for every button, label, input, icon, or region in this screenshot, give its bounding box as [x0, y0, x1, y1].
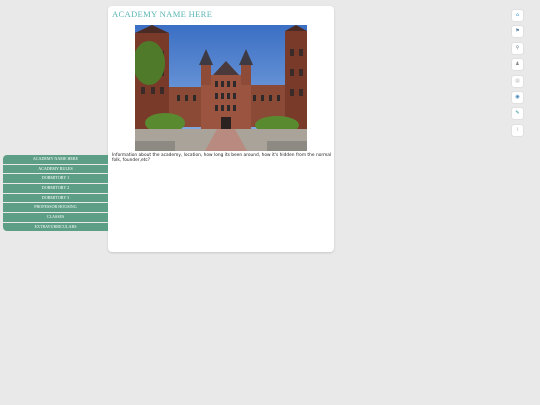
- info-button[interactable]: i: [512, 124, 523, 136]
- person-icon: ♟: [515, 61, 520, 68]
- academy-description: Information about the academy, location,…: [112, 153, 332, 164]
- sidebar-item-academy-name[interactable]: ACADEMY NAME HERE: [3, 155, 108, 164]
- academy-building-image: [135, 25, 307, 151]
- sidebar-item-classes[interactable]: CLASSES: [3, 213, 108, 222]
- search-button[interactable]: ⚲: [512, 42, 523, 54]
- sidebar-nav: ACADEMY NAME HERE ACADEMY RULES DORMITOR…: [3, 155, 108, 233]
- view-button[interactable]: ◉: [512, 91, 523, 103]
- sidebar-item-dormitory-3[interactable]: DORMITORY 3: [3, 193, 108, 203]
- sidebar-item-extracurriculars[interactable]: EXTRAVURRICULARS: [3, 222, 108, 232]
- flag-icon: ⚑: [515, 28, 520, 35]
- calendar-icon: ▦: [515, 77, 520, 84]
- info-icon: i: [516, 126, 519, 133]
- main-content-card: ACADEMY NAME HERE Information about the …: [108, 6, 334, 252]
- search-icon: ⚲: [515, 44, 520, 51]
- sidebar-item-dormitory-2[interactable]: DORMITORY 2: [3, 184, 108, 193]
- home-icon: ⌂: [515, 12, 520, 18]
- page-title: ACADEMY NAME HERE: [112, 9, 213, 19]
- calendar-button[interactable]: ▦: [512, 75, 523, 87]
- sidebar-item-dormitory-1[interactable]: DORMITORY 1: [3, 174, 108, 183]
- profile-button[interactable]: ♟: [512, 59, 523, 71]
- home-button[interactable]: ⌂: [512, 10, 523, 21]
- edit-button[interactable]: ✎: [512, 108, 523, 120]
- flag-button[interactable]: ⚑: [512, 26, 523, 38]
- sidebar-item-academy-rules[interactable]: ACADEMY RULES: [3, 164, 108, 174]
- pencil-icon: ✎: [515, 110, 520, 117]
- social-toolbar: ⌂ ⚑ ⚲ ♟ ▦ ◉ ✎ i: [512, 10, 524, 141]
- eye-icon: ◉: [515, 93, 520, 100]
- sidebar-item-professor-housing[interactable]: PROFESSOR HOUSING: [3, 203, 108, 213]
